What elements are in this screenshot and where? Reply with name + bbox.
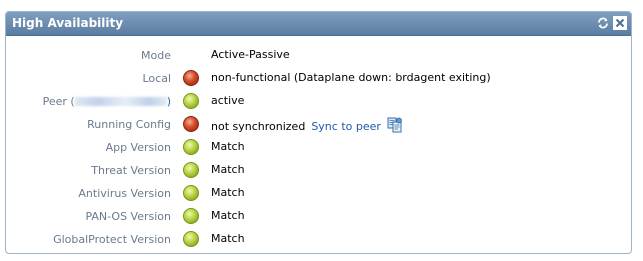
value-running-config-text: not synchronized xyxy=(211,120,306,133)
row-globalprotect-version: GlobalProtect Version Match xyxy=(6,230,631,250)
status-green-icon xyxy=(183,93,199,109)
status-green-icon xyxy=(183,185,199,201)
value-antivirus-version: Match xyxy=(211,186,245,199)
label-threat-version: Threat Version xyxy=(91,164,171,177)
close-icon[interactable] xyxy=(613,16,627,30)
high-availability-widget: High Availability Mode Active-Passive Lo… xyxy=(5,11,632,254)
label-peer-suffix: ) xyxy=(166,95,171,108)
status-green-icon xyxy=(183,162,199,178)
row-antivirus-version: Antivirus Version Match xyxy=(6,184,631,204)
header-tools xyxy=(596,16,627,30)
value-local: non-functional (Dataplane down: brdagent… xyxy=(211,71,491,84)
value-running-config: not synchronized Sync to peer xyxy=(211,117,403,133)
label-peer-prefix: Peer ( xyxy=(42,95,75,108)
value-panos-version: Match xyxy=(211,209,245,222)
sync-to-peer-link[interactable]: Sync to peer xyxy=(311,120,381,133)
row-threat-version: Threat Version Match xyxy=(6,161,631,181)
row-panos-version: PAN-OS Version Match xyxy=(6,207,631,227)
row-app-version: App Version Match xyxy=(6,138,631,158)
value-globalprotect-version: Match xyxy=(211,232,245,245)
label-panos-version: PAN-OS Version xyxy=(85,210,171,223)
row-local: Local non-functional (Dataplane down: br… xyxy=(6,69,631,89)
value-mode: Active-Passive xyxy=(211,48,290,61)
value-peer: active xyxy=(211,94,245,107)
label-globalprotect-version: GlobalProtect Version xyxy=(53,233,171,246)
widget-title: High Availability xyxy=(12,16,124,30)
label-running-config: Running Config xyxy=(87,118,171,131)
value-app-version: Match xyxy=(211,140,245,153)
label-peer: Peer () xyxy=(43,95,171,108)
value-threat-version: Match xyxy=(211,163,245,176)
widget-header: High Availability xyxy=(6,12,631,36)
peer-address-link[interactable] xyxy=(74,97,167,106)
sync-to-peer-icon[interactable] xyxy=(387,117,403,133)
row-running-config: Running Config not synchronized Sync to p… xyxy=(6,115,631,135)
label-mode: Mode xyxy=(141,49,171,62)
refresh-icon[interactable] xyxy=(596,16,610,30)
label-app-version: App Version xyxy=(105,141,171,154)
row-peer: Peer () active xyxy=(6,92,631,112)
status-green-icon xyxy=(183,231,199,247)
label-antivirus-version: Antivirus Version xyxy=(78,187,171,200)
row-mode: Mode Active-Passive xyxy=(6,46,631,66)
status-green-icon xyxy=(183,208,199,224)
label-local: Local xyxy=(142,72,171,85)
status-green-icon xyxy=(183,139,199,155)
status-red-icon xyxy=(183,70,199,86)
status-red-icon xyxy=(183,116,199,132)
